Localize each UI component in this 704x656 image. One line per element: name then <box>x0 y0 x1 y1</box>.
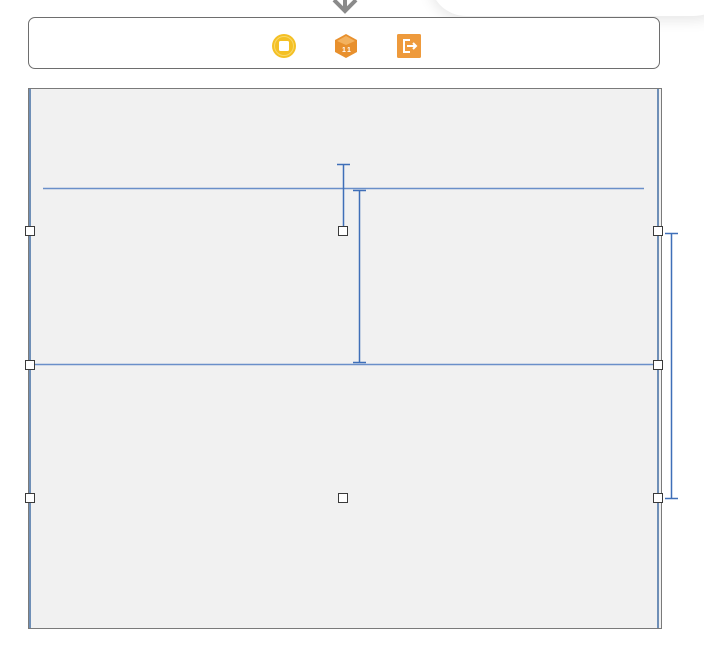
view-left-edge <box>29 89 31 628</box>
scene-dock: 1 1 <box>28 17 660 69</box>
height-constraint <box>665 232 678 500</box>
resize-handle-top-center[interactable] <box>338 226 348 236</box>
first-responder-icon[interactable]: 1 1 <box>333 33 359 59</box>
resize-handle-top-left[interactable] <box>25 226 35 236</box>
resize-handle-bottom-center[interactable] <box>338 493 348 503</box>
resize-handle-bottom-left[interactable] <box>25 493 35 503</box>
view-controller-view[interactable] <box>28 88 662 629</box>
adjacent-scene-shadow <box>430 0 704 16</box>
storyboard-canvas: 1 1 <box>0 0 704 656</box>
segue-arrow-icon[interactable] <box>329 0 361 18</box>
svg-text:1: 1 <box>342 47 346 54</box>
view-controller-icon[interactable] <box>271 33 297 59</box>
resize-handle-bottom-right[interactable] <box>653 493 663 503</box>
exit-icon[interactable] <box>396 33 422 59</box>
svg-text:1: 1 <box>347 47 351 54</box>
resize-handle-middle-left[interactable] <box>25 360 35 370</box>
resize-handle-middle-right[interactable] <box>653 360 663 370</box>
resize-handle-top-right[interactable] <box>653 226 663 236</box>
view-right-edge <box>657 89 659 628</box>
